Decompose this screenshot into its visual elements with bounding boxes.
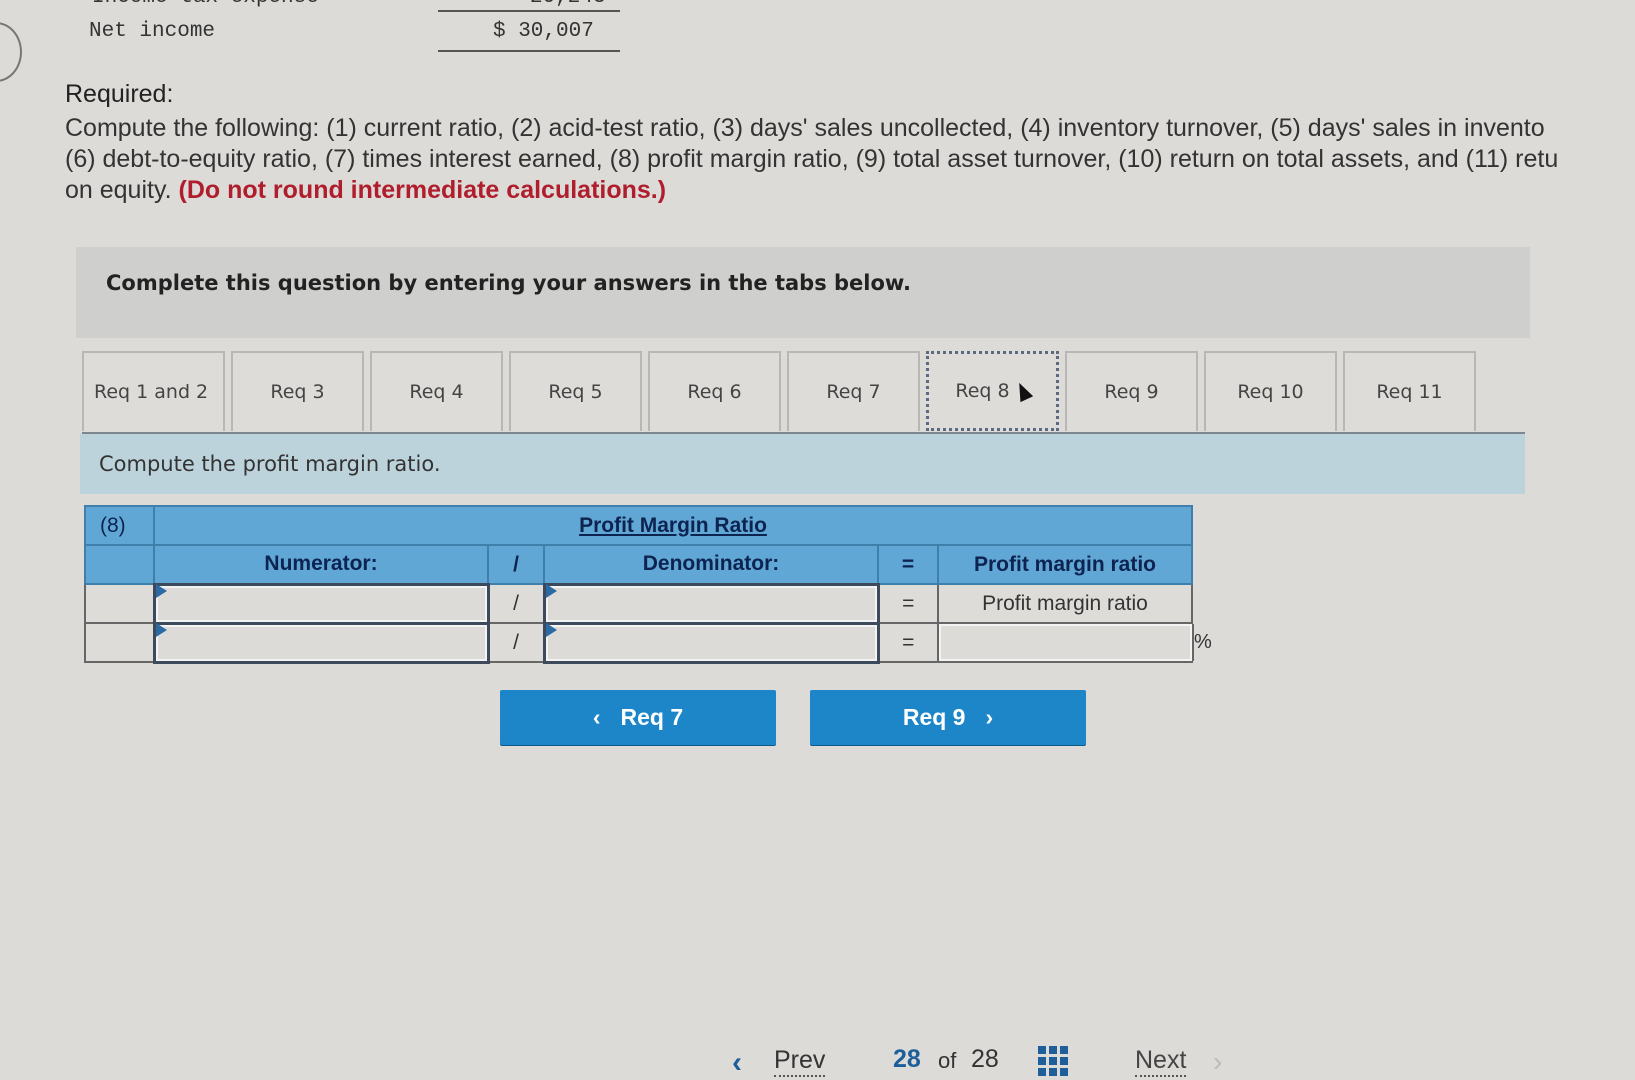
header-numerator: Numerator: xyxy=(153,544,489,585)
tab-label: Req 7 xyxy=(826,381,881,403)
required-line-1: Compute the following: (1) current ratio… xyxy=(65,114,1545,142)
denominator-label-input[interactable] xyxy=(545,585,877,622)
header-blank xyxy=(84,544,155,585)
tab-req-7[interactable]: Req 7 xyxy=(787,351,920,431)
row-blank xyxy=(84,622,155,663)
dropdown-flag-icon xyxy=(155,583,167,598)
tab-req-5[interactable]: Req 5 xyxy=(509,351,642,431)
prev-req-label: Req 7 xyxy=(620,704,684,730)
tab-label: Req 3 xyxy=(270,381,325,403)
total-pages: 28 xyxy=(971,1045,999,1073)
requirement-number: (8) xyxy=(84,505,155,546)
dropdown-flag-icon xyxy=(545,622,557,637)
prev-question-link[interactable]: Prev xyxy=(774,1046,826,1077)
tab-label: Req 8 xyxy=(955,380,1010,402)
tab-label: Req 6 xyxy=(687,381,742,403)
current-page-number: 28 xyxy=(893,1045,921,1073)
tab-req-3[interactable]: Req 3 xyxy=(231,351,364,431)
tab-req-4[interactable]: Req 4 xyxy=(370,351,503,431)
chevron-right-icon: › xyxy=(985,704,994,730)
denominator-value-cell xyxy=(542,621,880,664)
net-income-label: Net income xyxy=(89,20,216,43)
chevron-left-icon[interactable]: ‹ xyxy=(732,1046,742,1080)
rounding-note: (Do not round intermediate calculations.… xyxy=(178,176,667,204)
required-heading: Required: xyxy=(65,80,174,108)
dropdown-flag-icon xyxy=(545,583,557,598)
tab-req-1-and-2[interactable]: Req 1 and 2 xyxy=(82,351,225,431)
required-line-2: (6) debt-to-equity ratio, (7) times inte… xyxy=(65,145,1559,173)
prev-req-button[interactable]: ‹ Req 7 xyxy=(500,690,776,745)
row-blank xyxy=(84,583,155,624)
divide-sign: / xyxy=(487,583,545,624)
table-header-row: Numerator: / Denominator: = Profit margi… xyxy=(84,544,1193,585)
result-value-wrap: % xyxy=(939,624,1212,661)
question-grid-icon[interactable] xyxy=(1038,1046,1068,1076)
dropdown-flag-icon xyxy=(155,622,167,637)
table-row: / = % xyxy=(84,621,1212,664)
tab-req-8[interactable]: Req 8 xyxy=(926,351,1059,431)
table-title-row: (8) Profit Margin Ratio xyxy=(84,505,1193,546)
equals-sign: = xyxy=(877,583,939,624)
divide-sign: / xyxy=(487,622,545,663)
header-equals: = xyxy=(877,544,939,585)
required-line-3-text: on equity. xyxy=(65,176,179,204)
net-income-amount: $ 30,007 xyxy=(493,20,594,43)
header-result: Profit margin ratio xyxy=(937,544,1193,585)
amount-rule-top xyxy=(438,10,620,12)
header-denominator: Denominator: xyxy=(543,544,879,585)
table-row: / = Profit margin ratio xyxy=(84,582,1193,625)
profit-margin-table: (8) Profit Margin Ratio Numerator: / Den… xyxy=(84,505,1212,664)
mouse-cursor-icon xyxy=(1012,379,1033,403)
numerator-select-cell xyxy=(152,582,490,625)
page-of-label: of xyxy=(938,1048,957,1073)
prompt-text: Compute the profit margin ratio. xyxy=(99,452,441,476)
required-text: Compute the following: (1) current ratio… xyxy=(65,113,1635,206)
numerator-value-input[interactable] xyxy=(155,624,487,661)
table-title-cell: Profit Margin Ratio xyxy=(153,505,1193,546)
tab-label: Req 4 xyxy=(409,381,464,403)
tab-req-9[interactable]: Req 9 xyxy=(1065,351,1198,431)
next-req-button[interactable]: Req 9 › xyxy=(810,690,1086,745)
tab-label: Req 11 xyxy=(1376,381,1443,403)
requirement-tabs: Req 1 and 2 Req 3 Req 4 Req 5 Req 6 Req … xyxy=(82,351,1482,433)
income-tax-expense-amount: 20,243 xyxy=(530,0,606,9)
tab-req-10[interactable]: Req 10 xyxy=(1204,351,1337,431)
tab-label: Req 5 xyxy=(548,381,603,403)
income-tax-expense-label: Income tax expense xyxy=(92,0,319,9)
next-req-label: Req 9 xyxy=(902,704,966,730)
result-value-cell: % xyxy=(937,622,1212,663)
amount-rule-bottom xyxy=(438,50,620,52)
header-divide: / xyxy=(487,544,545,585)
denominator-select-cell xyxy=(542,582,880,625)
percent-sign: % xyxy=(1192,624,1212,661)
numerator-label-input[interactable] xyxy=(155,585,487,622)
chevron-left-icon: ‹ xyxy=(592,704,601,730)
denominator-value-input[interactable] xyxy=(545,624,877,661)
tab-req-6[interactable]: Req 6 xyxy=(648,351,781,431)
tab-label: Req 9 xyxy=(1104,381,1159,403)
next-question-link[interactable]: Next xyxy=(1135,1046,1187,1077)
profit-margin-result-input[interactable] xyxy=(939,624,1192,661)
result-label: Profit margin ratio xyxy=(937,583,1193,624)
tab-req-11[interactable]: Req 11 xyxy=(1343,351,1476,431)
tab-label: Req 1 and 2 xyxy=(94,381,209,403)
table-title: Profit Margin Ratio xyxy=(579,513,767,537)
side-nav-circle-button[interactable] xyxy=(0,22,22,82)
tab-label: Req 10 xyxy=(1237,381,1304,403)
equals-sign: = xyxy=(877,622,939,663)
numerator-value-cell xyxy=(152,621,490,664)
required-line-3: on equity. (Do not round intermediate ca… xyxy=(65,175,1635,206)
instruction-text: Complete this question by entering your … xyxy=(106,271,911,295)
chevron-right-icon[interactable]: › xyxy=(1213,1046,1222,1078)
